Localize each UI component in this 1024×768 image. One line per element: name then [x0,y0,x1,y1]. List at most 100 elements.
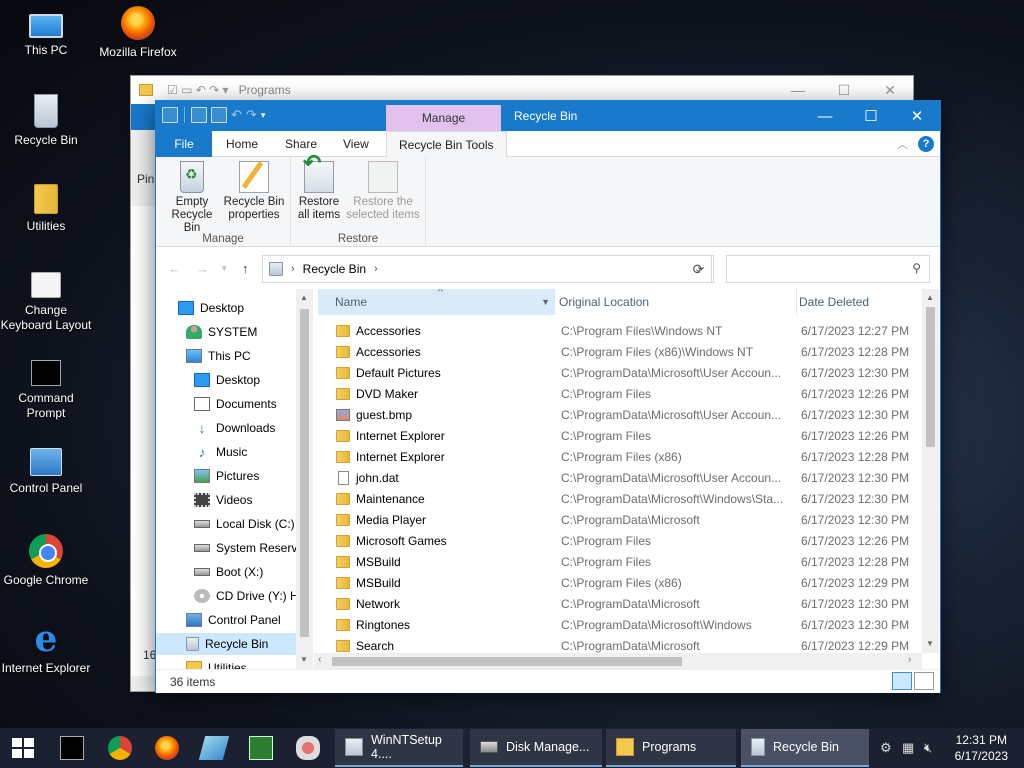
collapse-ribbon-icon[interactable]: ︿ [897,136,908,152]
nav-item[interactable]: This PC [156,345,296,367]
table-row[interactable]: guest.bmp C:\ProgramData\Microsoft\User A… [318,405,918,426]
table-row[interactable]: Default Pictures C:\ProgramData\Microsoft… [318,363,918,384]
customize-qat-icon[interactable]: ▾ [261,110,266,121]
nav-item[interactable]: Documents [156,393,296,415]
minimize-button[interactable]: — [802,101,848,131]
table-row[interactable]: DVD Maker C:\Program Files 6/17/2023 12:26… [318,384,918,405]
firefox-icon[interactable] [155,736,179,760]
tab-view[interactable]: View [331,131,381,157]
desktop-icon-this-pc[interactable]: This PC [0,8,92,58]
recycle-bin-window[interactable]: ↶ ↷ ▾ Manage Recycle Bin — ☐ ✕ File Home… [155,100,941,693]
scroll-thumb[interactable] [926,307,935,447]
address-bar[interactable]: › Recycle Bin › ⌄ [262,255,712,283]
desktop-icon-utilities[interactable]: Utilities [0,184,92,234]
volume-muted-icon[interactable]: 🔇︎ [924,740,932,756]
table-row[interactable]: Ringtones C:\ProgramData\Microsoft\Window… [318,615,918,636]
taskbar-item-recycle-bin[interactable]: Recycle Bin [741,729,869,767]
recent-locations-button[interactable]: ▾ [222,263,227,274]
scroll-up-arrow[interactable]: ▲ [300,293,308,302]
nav-item[interactable]: Desktop [156,369,296,391]
table-row[interactable]: Maintenance C:\ProgramData\Microsoft\Wind… [318,489,918,510]
close-button[interactable]: ✕ [894,101,940,131]
details-view-button[interactable] [892,672,912,690]
scroll-thumb[interactable] [332,657,682,666]
desktop-icon-command-prompt[interactable]: Command Prompt [0,360,92,421]
table-row[interactable]: MSBuild C:\Program Files 6/17/2023 12:28 P… [318,552,918,573]
restore-all-items-button[interactable]: Restore all items [295,156,343,222]
nav-item[interactable]: CD Drive (Y:) H [156,585,299,607]
up-button[interactable]: ↑ [242,261,249,276]
maximize-button[interactable]: ☐ [848,101,894,131]
chevron-right-icon[interactable]: › [374,263,378,275]
table-row[interactable]: Accessories C:\Program Files\Windows NT 6/… [318,321,918,342]
nav-item[interactable]: System Reserve [156,537,304,559]
spreadsheet-icon[interactable] [249,736,273,760]
chrome-icon[interactable] [108,736,132,760]
network-icon[interactable]: ⚙ [880,740,892,756]
nav-item[interactable]: Utilities [156,657,296,669]
table-row[interactable]: Network C:\ProgramData\Microsoft 6/17/2023… [318,594,918,615]
tools-icon[interactable] [296,736,320,760]
file-list-vertical-scrollbar[interactable]: ▲ ▼ [922,289,939,653]
recycle-bin-properties-button[interactable]: Recycle Bin properties [222,161,286,222]
table-row[interactable]: Internet Explorer C:\Program Files 6/17/20… [318,426,918,447]
tab-home[interactable]: Home [214,131,270,157]
nav-item[interactable]: Local Disk (C:) [156,513,296,535]
forward-button[interactable]: → [196,261,209,276]
nav-item[interactable]: Recycle Bin [156,633,296,655]
scroll-down-arrow[interactable]: ▼ [300,655,308,664]
start-button[interactable] [12,738,34,758]
large-icons-view-button[interactable] [914,672,934,690]
desktop-icon-keyboard-layout[interactable]: Change Keyboard Layout [0,272,92,333]
properties-icon[interactable] [191,107,207,123]
search-input[interactable]: ⚲ [726,255,930,283]
nav-item[interactable]: Pictures [156,465,296,487]
scroll-down-arrow[interactable]: ▼ [926,639,934,648]
desktop-icon-internet-explorer[interactable]: e Internet Explorer [0,621,92,676]
nav-item[interactable]: Videos [156,489,296,511]
taskbar-item-disk-management[interactable]: Disk Manage... [470,729,602,767]
redo-icon[interactable]: ↷ [246,107,257,123]
command-prompt-icon[interactable] [60,736,84,760]
file-list-horizontal-scrollbar[interactable]: ‹ › [314,653,922,670]
nav-item[interactable]: ♪ Music [156,441,296,463]
table-row[interactable]: Media Player C:\ProgramData\Microsoft 6/17… [318,510,918,531]
empty-recycle-bin-button[interactable]: Empty Recycle Bin [164,161,220,235]
scroll-thumb[interactable] [300,309,309,637]
desktop-icon-recycle-bin[interactable]: Recycle Bin [0,94,92,148]
table-row[interactable]: john.dat C:\ProgramData\Microsoft\User Ac… [318,468,918,489]
column-header-name[interactable]: ^ Name ▼ [318,289,555,315]
taskbar-item-winntsetup[interactable]: WinNTSetup 4.... [335,729,463,767]
title-bar[interactable]: ↶ ↷ ▾ Manage Recycle Bin — ☐ ✕ [156,101,940,131]
pen-tool-icon[interactable] [198,736,230,760]
tab-file[interactable]: File [156,131,212,157]
table-row[interactable]: Internet Explorer C:\Program Files (x86) 6… [318,447,918,468]
nav-item[interactable]: ↓ Downloads [156,417,296,439]
taskbar-item-programs[interactable]: Programs [606,729,736,767]
table-row[interactable]: Microsoft Games C:\Program Files 6/17/2023… [318,531,918,552]
back-button[interactable]: ← [168,261,181,276]
table-row[interactable]: MSBuild C:\Program Files (x86) 6/17/2023 1… [318,573,918,594]
chevron-right-icon[interactable]: › [291,263,295,275]
nav-item[interactable]: SYSTEM [156,321,296,343]
desktop-icon-firefox[interactable]: Mozilla Firefox [92,6,184,60]
manage-context-tab[interactable]: Manage [386,105,501,131]
column-header-original-location[interactable]: Original Location [559,289,797,315]
scroll-up-arrow[interactable]: ▲ [926,293,934,302]
help-icon[interactable]: ? [918,136,934,152]
column-header-date-deleted[interactable]: Date Deleted [799,289,939,315]
nav-item[interactable]: Control Panel [156,609,296,631]
nav-item[interactable]: Boot (X:) [156,561,296,583]
table-row[interactable]: Accessories C:\Program Files (x86)\Window… [318,342,918,363]
chevron-down-icon[interactable]: ▼ [541,289,550,315]
scroll-left-arrow[interactable]: ‹ [318,654,321,665]
desktop-icon-control-panel[interactable]: Control Panel [0,448,92,496]
tab-recycle-bin-tools[interactable]: Recycle Bin Tools [386,131,507,158]
display-icon[interactable]: ▦ [902,740,914,756]
nav-item[interactable]: Desktop [156,297,296,319]
breadcrumb-recycle-bin[interactable]: Recycle Bin [303,262,366,276]
desktop-icon-chrome[interactable]: Google Chrome [0,534,92,588]
restore-selected-items-button[interactable]: Restore the selected items [343,161,423,222]
scroll-right-arrow[interactable]: › [908,654,911,665]
refresh-button[interactable]: ⟳ [684,255,714,283]
